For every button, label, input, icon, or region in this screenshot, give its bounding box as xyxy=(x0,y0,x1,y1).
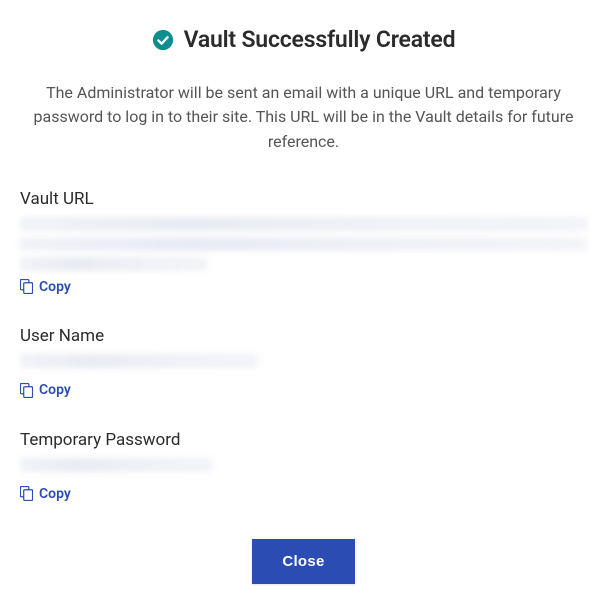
header-inner: Vault Successfully Created xyxy=(152,26,456,53)
vault-url-label: Vault URL xyxy=(20,189,587,209)
user-name-label: User Name xyxy=(20,326,587,346)
user-name-value xyxy=(20,354,587,374)
close-button[interactable]: Close xyxy=(252,539,354,584)
user-name-field: User Name Copy xyxy=(20,326,587,402)
vault-url-field: Vault URL Copy xyxy=(20,189,587,299)
dialog-title: Vault Successfully Created xyxy=(184,26,456,53)
copy-label: Copy xyxy=(39,279,71,295)
success-check-icon xyxy=(152,29,174,51)
copy-label: Copy xyxy=(39,486,71,502)
vault-url-value xyxy=(20,217,587,271)
copy-icon xyxy=(20,383,33,398)
copy-vault-url-button[interactable]: Copy xyxy=(20,279,71,295)
temporary-password-field: Temporary Password Copy xyxy=(20,430,587,506)
copy-temporary-password-button[interactable]: Copy xyxy=(20,486,71,502)
copy-icon xyxy=(20,486,33,501)
copy-user-name-button[interactable]: Copy xyxy=(20,382,71,398)
dialog-description: The Administrator will be sent an email … xyxy=(20,81,587,155)
temporary-password-label: Temporary Password xyxy=(20,430,587,450)
dialog-header: Vault Successfully Created xyxy=(20,26,587,55)
dialog-footer: Close xyxy=(20,539,587,584)
copy-icon xyxy=(20,279,33,294)
copy-label: Copy xyxy=(39,382,71,398)
temporary-password-value xyxy=(20,458,587,478)
